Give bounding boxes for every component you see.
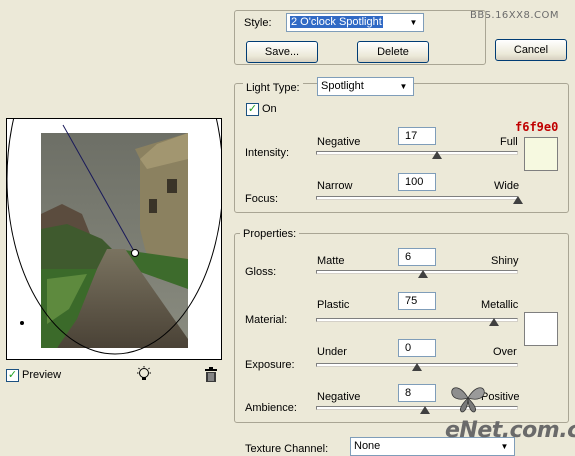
gloss-label: Gloss:	[245, 266, 277, 278]
watermark-bottom: eNet.com.cn	[445, 418, 575, 443]
material-slider[interactable]	[316, 318, 518, 322]
intensity-slider[interactable]	[316, 151, 518, 155]
save-button[interactable]: Save...	[246, 41, 318, 63]
texture-channel-label: Texture Channel:	[245, 443, 329, 455]
gloss-slider-thumb[interactable]	[418, 270, 429, 278]
intensity-label: Intensity:	[245, 147, 290, 159]
exposure-label: Exposure:	[245, 359, 295, 371]
ambience-input[interactable]: 8	[398, 384, 436, 402]
material-left-label: Plastic	[317, 299, 350, 311]
preview-label: Preview	[22, 369, 62, 381]
ambience-color-swatch[interactable]	[524, 312, 558, 346]
material-right-label: Metallic	[481, 299, 519, 311]
focus-right-label: Wide	[494, 180, 520, 192]
light-color-swatch[interactable]	[524, 137, 558, 171]
focus-label: Focus:	[245, 193, 279, 205]
preview-canvas[interactable]	[6, 118, 222, 360]
gloss-input[interactable]: 6	[398, 248, 436, 266]
exposure-right-label: Over	[493, 346, 517, 358]
gloss-slider[interactable]	[316, 270, 518, 274]
street-photo	[41, 133, 188, 348]
focus-slider[interactable]	[316, 196, 518, 200]
preview-checkbox[interactable]: ✓	[6, 369, 19, 382]
light-overlay	[7, 119, 221, 355]
delete-button[interactable]: Delete	[357, 41, 429, 63]
exposure-slider-thumb[interactable]	[412, 363, 422, 371]
chevron-down-icon: ▼	[409, 18, 418, 27]
new-light-icon[interactable]	[135, 366, 153, 384]
chevron-down-icon: ▼	[399, 82, 408, 91]
focus-input[interactable]: 100	[398, 173, 436, 191]
exposure-left-label: Under	[317, 346, 347, 358]
style-select[interactable]: 2 O'clock Spotlight ▼	[286, 13, 424, 32]
ambience-left-label: Negative	[317, 391, 361, 403]
intensity-input[interactable]: 17	[398, 127, 436, 145]
butterfly-icon	[448, 382, 488, 414]
material-label: Material:	[245, 314, 288, 326]
exposure-input[interactable]: 0	[398, 339, 436, 357]
texture-channel-value: None	[354, 440, 381, 452]
intensity-right-label: Full	[500, 136, 518, 148]
light-type-label: Light Type:	[243, 82, 303, 94]
material-slider-thumb[interactable]	[488, 318, 499, 326]
intensity-left-label: Negative	[317, 136, 361, 148]
light-type-select[interactable]: Spotlight ▼	[317, 77, 414, 96]
trash-icon[interactable]	[203, 367, 219, 383]
style-label: Style:	[244, 17, 272, 29]
light-type-value: Spotlight	[321, 80, 364, 92]
gloss-left-label: Matte	[317, 255, 345, 267]
ambience-label: Ambience:	[245, 402, 297, 414]
focus-slider-thumb[interactable]	[513, 196, 523, 204]
ambience-slider-thumb[interactable]	[420, 406, 431, 414]
material-input[interactable]: 75	[398, 292, 436, 310]
intensity-slider-thumb[interactable]	[432, 151, 443, 159]
cancel-button[interactable]: Cancel	[495, 39, 567, 61]
light-on-checkbox[interactable]: ✓	[246, 103, 259, 116]
focus-left-label: Narrow	[317, 180, 353, 192]
style-value: 2 O'clock Spotlight	[290, 16, 383, 28]
light-on-label: On	[262, 103, 277, 115]
properties-title: Properties:	[240, 228, 300, 240]
gloss-right-label: Shiny	[491, 255, 519, 267]
light-color-hex: f6f9e0	[515, 120, 559, 134]
